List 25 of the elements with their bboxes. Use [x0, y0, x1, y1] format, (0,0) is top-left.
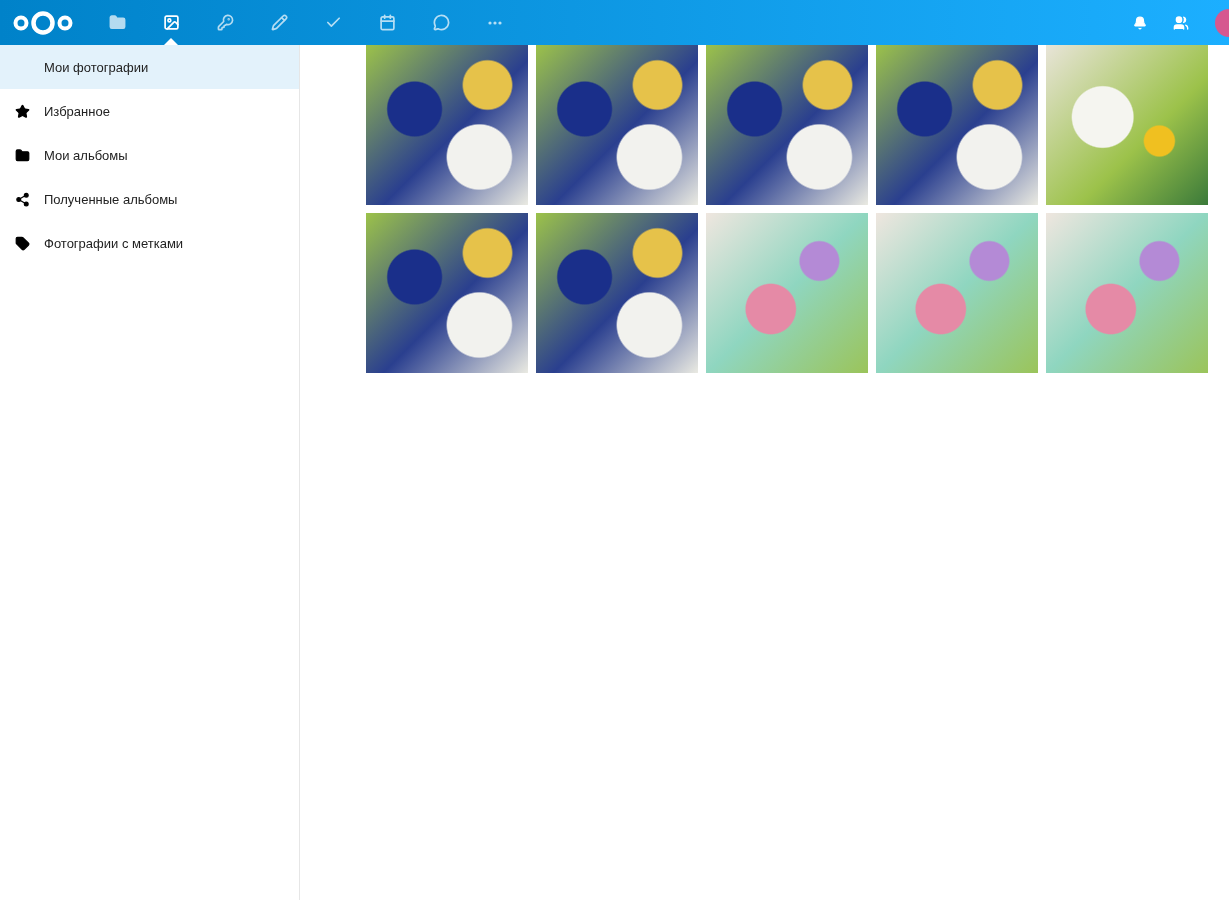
logo[interactable]: [12, 9, 74, 36]
calendar-icon: [378, 14, 396, 31]
more-icon: [488, 20, 502, 25]
folder-icon: [108, 14, 126, 31]
key-icon: [216, 14, 234, 31]
photo-placeholder[interactable]: [876, 45, 1038, 205]
sidebar-item[interactable]: Фотографии с метками: [0, 221, 299, 265]
sidebar-item[interactable]: Полученные альбомы: [0, 177, 299, 221]
pencil-icon: [270, 14, 288, 31]
share-icon: [14, 191, 30, 207]
sidebar-item[interactable]: Избранное: [0, 89, 299, 133]
contacts-icon[interactable]: [1173, 14, 1189, 31]
sidebar-item[interactable]: Мои альбомы: [0, 133, 299, 177]
image-icon: [162, 14, 180, 31]
tag-icon: [14, 235, 30, 251]
speech-bubble-icon: [432, 14, 450, 31]
folder-icon: [14, 147, 30, 163]
photo-placeholder[interactable]: [366, 45, 528, 205]
photo-placeholder[interactable]: [366, 213, 528, 373]
photo-placeholder[interactable]: [706, 45, 868, 205]
photo-placeholder[interactable]: [536, 213, 698, 373]
star-icon: [14, 103, 30, 119]
photo-placeholder[interactable]: [536, 45, 698, 205]
notifications-icon[interactable]: [1133, 15, 1147, 30]
sidebar-item[interactable]: Мои фотографии: [0, 45, 299, 89]
